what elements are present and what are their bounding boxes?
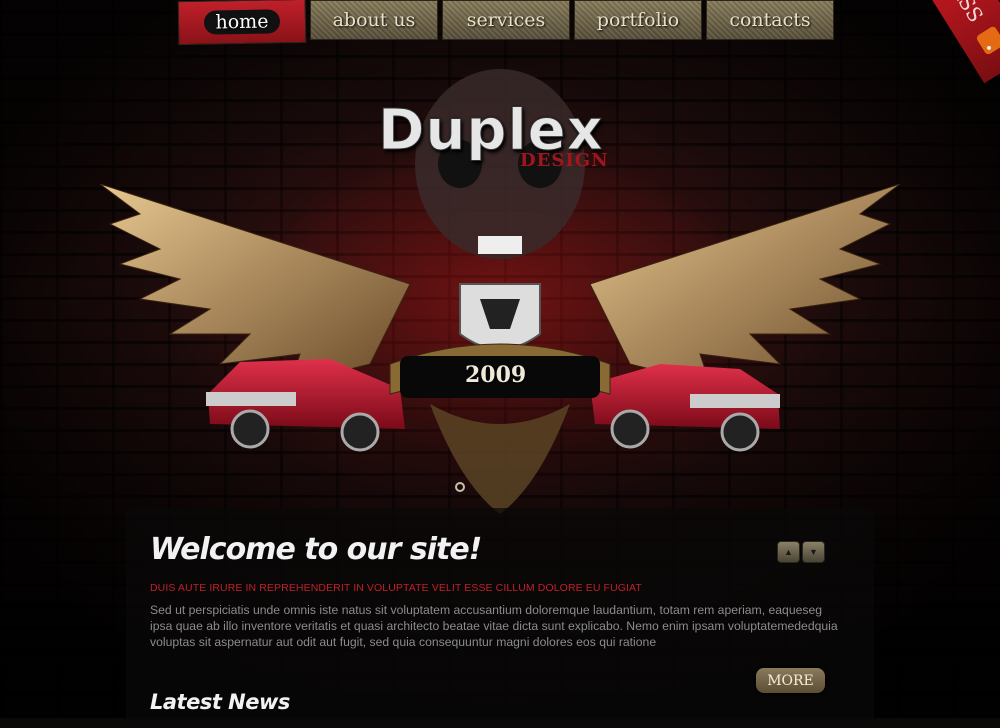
left-wing: [100, 183, 411, 385]
scroll-down-button[interactable]: ▼: [802, 541, 825, 563]
scroll-up-button[interactable]: ▲: [777, 541, 800, 563]
nav-contacts-label: contacts: [729, 9, 811, 31]
more-button[interactable]: MORE: [756, 668, 825, 693]
logo-subtitle: DESIGN: [520, 150, 609, 171]
welcome-body: Sed ut perspiciatis unde omnis iste natu…: [150, 603, 838, 649]
triangle-up-icon: ▲: [784, 547, 793, 557]
nav-about-us[interactable]: about us: [310, 0, 438, 40]
rss-feed-icon: [975, 25, 1000, 56]
banner-year: 2009: [465, 362, 527, 388]
rss-label: RSS: [945, 0, 989, 27]
scroll-arrows: ▲ ▼: [777, 541, 825, 563]
nav-about-us-label: about us: [332, 9, 416, 31]
latest-news-title: Latest News: [150, 690, 290, 714]
nav-services-label: services: [466, 9, 546, 31]
left-car: [206, 359, 405, 452]
nav-portfolio[interactable]: portfolio: [574, 0, 702, 40]
nav-portfolio-label: portfolio: [596, 9, 680, 31]
welcome-lead: DUIS AUTE IRURE IN REPREHENDERIT IN VOLU…: [150, 582, 642, 594]
slider-indicator-dot[interactable]: [455, 482, 465, 492]
nav-home[interactable]: home: [177, 0, 307, 46]
triangle-down-icon: ▼: [809, 547, 818, 557]
right-wing: [589, 183, 900, 385]
welcome-title: Welcome to our site!: [150, 532, 482, 567]
main-nav: home about us services portfolio contact…: [177, 0, 834, 46]
nav-services[interactable]: services: [442, 0, 570, 40]
nav-contacts[interactable]: contacts: [706, 0, 834, 40]
nav-home-label: home: [203, 9, 281, 35]
right-car: [590, 364, 780, 452]
shield-crest: [389, 283, 611, 514]
site-logo[interactable]: Duplex DESIGN: [378, 98, 608, 172]
